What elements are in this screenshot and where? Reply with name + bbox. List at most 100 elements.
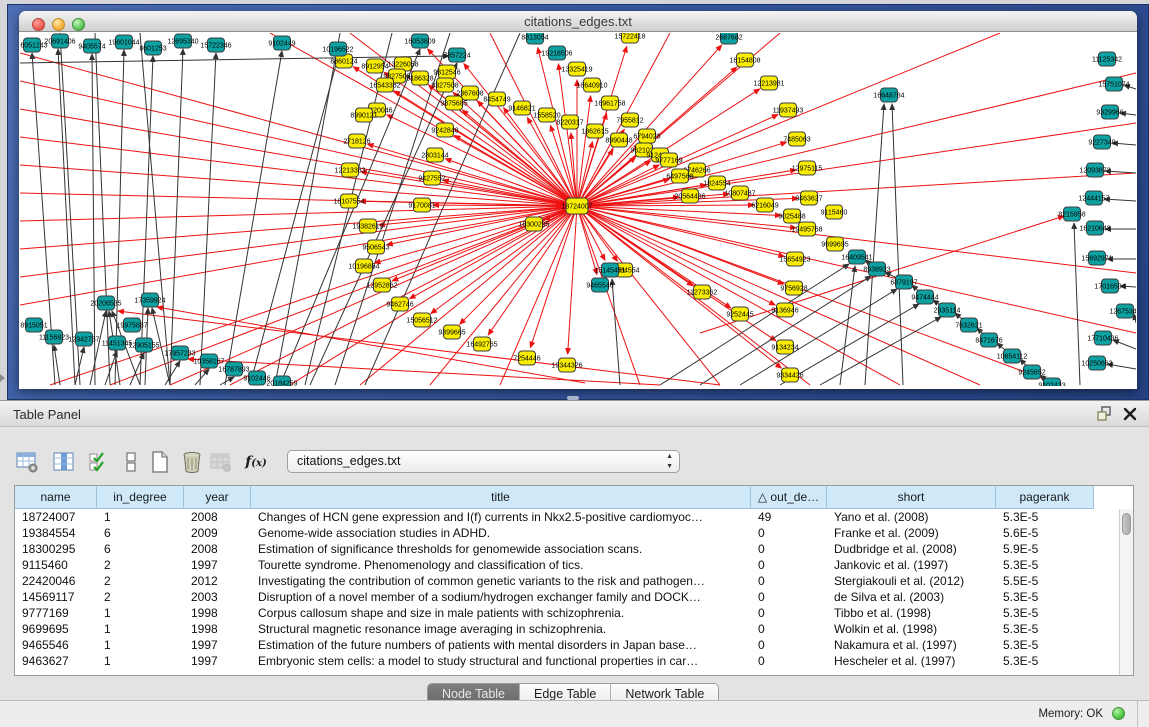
- table-cell[interactable]: 9465546: [15, 637, 97, 653]
- graph-edge[interactable]: [95, 33, 110, 385]
- table-cell[interactable]: Hescheler et al. (1997): [827, 653, 996, 669]
- table-cell[interactable]: Wolkin et al. (1998): [827, 621, 996, 637]
- network-window-titlebar[interactable]: citations_edges.txt: [19, 11, 1137, 32]
- graph-edge[interactable]: [90, 311, 106, 385]
- table-cell[interactable]: 1: [97, 621, 184, 637]
- table-cell[interactable]: Tibbo et al. (1998): [827, 605, 996, 621]
- graph-edge[interactable]: [865, 104, 884, 385]
- table-vertical-scrollbar[interactable]: [1119, 509, 1133, 675]
- table-cell[interactable]: Jankovic et al. (1997): [827, 557, 996, 573]
- table-cell[interactable]: 1: [97, 637, 184, 653]
- table-cell[interactable]: 0: [751, 637, 827, 653]
- table-selector-dropdown[interactable]: citations_edges.txt ▲▼: [287, 450, 680, 473]
- table-cell[interactable]: 1: [97, 509, 184, 525]
- column-header-in_degree[interactable]: in_degree: [97, 486, 184, 509]
- table-cell[interactable]: 18724007: [15, 509, 97, 525]
- graph-edge[interactable]: [115, 50, 124, 385]
- table-cell[interactable]: 5.6E-5: [996, 525, 1094, 541]
- graph-edge[interactable]: [612, 279, 620, 385]
- close-panel-icon[interactable]: [1123, 407, 1137, 421]
- table-cell[interactable]: 0: [751, 621, 827, 637]
- table-cell[interactable]: 1997: [184, 557, 251, 573]
- table-cell[interactable]: 5.3E-5: [996, 509, 1094, 525]
- table-cell[interactable]: 0: [751, 525, 827, 541]
- table-cell[interactable]: 6: [97, 525, 184, 541]
- function-builder-icon-button[interactable]: f(x): [243, 449, 269, 475]
- table-cell[interactable]: 2: [97, 557, 184, 573]
- splitter-collapse-icon[interactable]: [0, 374, 5, 382]
- column-header-pagerank[interactable]: pagerank: [996, 486, 1094, 509]
- graph-edge[interactable]: [577, 206, 597, 274]
- table-cell[interactable]: 2: [97, 573, 184, 589]
- column-header-year[interactable]: year: [184, 486, 251, 509]
- table-cell[interactable]: Tourette syndrome. Phenomenology and cla…: [251, 557, 751, 573]
- table-cell[interactable]: 1997: [184, 637, 251, 653]
- graph-edge[interactable]: [577, 96, 591, 206]
- graph-edge[interactable]: [568, 206, 577, 354]
- table-row[interactable]: 946362711997Embryonic stem cells: a mode…: [15, 653, 1119, 669]
- table-cell[interactable]: 2009: [184, 525, 251, 541]
- table-row[interactable]: 977716911998Corpus callosum shape and si…: [15, 605, 1119, 621]
- graph-edge[interactable]: [360, 206, 577, 385]
- scrollbar-thumb[interactable]: [1122, 513, 1131, 535]
- delete-column-icon-button[interactable]: [179, 449, 205, 475]
- table-cell[interactable]: Stergiakouli et al. (2012): [827, 573, 996, 589]
- float-panel-icon[interactable]: [1096, 405, 1113, 422]
- table-cell[interactable]: Yano et al. (2008): [827, 509, 996, 525]
- column-header-name[interactable]: name: [15, 486, 97, 509]
- table-cell[interactable]: 9115460: [15, 557, 97, 573]
- table-row[interactable]: 1872400712008Changes of HCN gene express…: [15, 509, 1119, 525]
- table-cell[interactable]: 5.3E-5: [996, 653, 1094, 669]
- table-cell[interactable]: Genome-wide association studies in ADHD.: [251, 525, 751, 541]
- table-cell[interactable]: 0: [751, 653, 827, 669]
- graph-edge[interactable]: [577, 142, 592, 206]
- graph-edge[interactable]: [577, 73, 1136, 206]
- table-cell[interactable]: Changes of HCN gene expression and I(f) …: [251, 509, 751, 525]
- graph-edge[interactable]: [280, 49, 420, 385]
- table-cell[interactable]: 0: [751, 573, 827, 589]
- table-cell[interactable]: Estimation of significance thresholds fo…: [251, 541, 751, 557]
- table-cell[interactable]: 2003: [184, 589, 251, 605]
- table-cell[interactable]: 2008: [184, 541, 251, 557]
- graph-edge[interactable]: [1074, 223, 1080, 385]
- table-cell[interactable]: 18300295: [15, 541, 97, 557]
- table-row[interactable]: 1830029562008Estimation of significance …: [15, 541, 1119, 557]
- table-row[interactable]: 2242004622012Investigating the contribut…: [15, 573, 1119, 589]
- table-cell[interactable]: de Silva et al. (2003): [827, 589, 996, 605]
- table-cell[interactable]: Investigating the contribution of common…: [251, 573, 751, 589]
- table-cell[interactable]: 5.3E-5: [996, 621, 1094, 637]
- table-cell[interactable]: 9699695: [15, 621, 97, 637]
- table-cell[interactable]: 22420046: [15, 573, 97, 589]
- table-cell[interactable]: 1: [97, 653, 184, 669]
- table-cell[interactable]: 0: [751, 557, 827, 573]
- column-header-short[interactable]: short: [827, 486, 996, 509]
- table-cell[interactable]: 9777169: [15, 605, 97, 621]
- graph-edge[interactable]: [225, 51, 282, 385]
- clear-selection-icon-button[interactable]: [118, 449, 144, 475]
- table-cell[interactable]: Disruption of a novel member of a sodium…: [251, 589, 751, 605]
- table-cell[interactable]: Estimation of the future numbers of pati…: [251, 637, 751, 653]
- table-cell[interactable]: 6: [97, 541, 184, 557]
- show-columns-icon-button[interactable]: [51, 449, 77, 475]
- table-cell[interactable]: 5.3E-5: [996, 589, 1094, 605]
- table-cell[interactable]: 5.3E-5: [996, 637, 1094, 653]
- table-cell[interactable]: 0: [751, 541, 827, 557]
- graph-edge[interactable]: [577, 173, 1136, 206]
- table-row[interactable]: 946554611997Estimation of the future num…: [15, 637, 1119, 653]
- table-cell[interactable]: 14569117: [15, 589, 97, 605]
- table-row[interactable]: 969969511998Structural magnetic resonanc…: [15, 621, 1119, 637]
- table-cell[interactable]: Dudbridge et al. (2008): [827, 541, 996, 557]
- table-cell[interactable]: Structural magnetic resonance image aver…: [251, 621, 751, 637]
- table-cell[interactable]: 9463627: [15, 653, 97, 669]
- graph-edge[interactable]: [375, 206, 577, 263]
- table-row[interactable]: 1456911722003Disruption of a novel membe…: [15, 589, 1119, 605]
- table-cell[interactable]: 2012: [184, 573, 251, 589]
- table-row[interactable]: 1938455462009Genome-wide association stu…: [15, 525, 1119, 541]
- table-cell[interactable]: 5.3E-5: [996, 557, 1094, 573]
- table-cell[interactable]: Embryonic stem cells: a model to study s…: [251, 653, 751, 669]
- table-row[interactable]: 911546021997Tourette syndrome. Phenomeno…: [15, 557, 1119, 573]
- column-header-title[interactable]: title: [251, 486, 751, 509]
- table-cell[interactable]: 5.9E-5: [996, 541, 1094, 557]
- table-cell[interactable]: 19384554: [15, 525, 97, 541]
- table-cell[interactable]: 49: [751, 509, 827, 525]
